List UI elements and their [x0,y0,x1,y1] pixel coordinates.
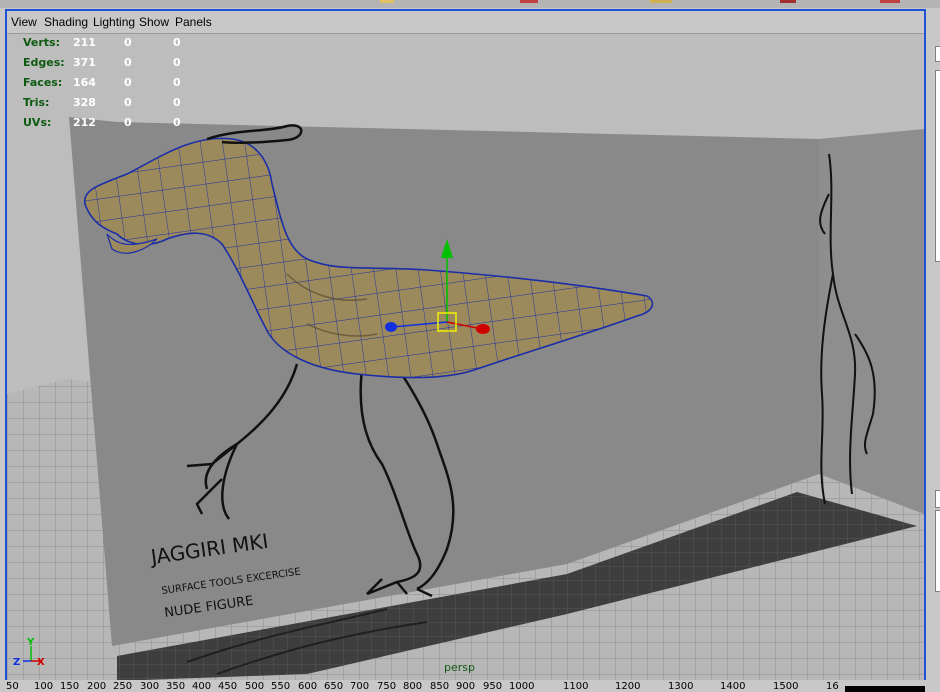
panel-fragment [935,46,940,62]
time-tick-label: 1000 [509,681,535,692]
viewport-panel[interactable]: View Shading Lighting Show Panels JAGGIR… [5,9,926,683]
time-tick-label: 16 [826,681,839,692]
time-tick-label: 750 [377,681,397,692]
menu-show[interactable]: Show [139,15,169,29]
hud-value: 211 [73,36,96,49]
time-tick-label: 900 [456,681,476,692]
svg-text:X: X [37,657,45,668]
time-tick-label: 1100 [563,681,589,692]
hud-value: 212 [73,116,96,129]
range-marker [845,686,925,692]
time-tick-label: 50 [6,681,19,692]
time-tick-label: 1200 [615,681,641,692]
time-tick-label: 200 [87,681,107,692]
time-tick-label: 600 [298,681,318,692]
right-side-panel [929,10,940,680]
menu-lighting[interactable]: Lighting [93,15,135,29]
time-tick-label: 450 [218,681,238,692]
hud-value: 0 [124,96,132,109]
panel-fragment [935,490,940,508]
hud-value: 0 [124,76,132,89]
hud-label: Edges: [23,56,65,69]
time-tick-label: 350 [166,681,186,692]
hud-value: 164 [73,76,96,89]
time-tick-label: 300 [140,681,160,692]
time-tick-label: 100 [34,681,54,692]
time-tick-label: 650 [324,681,344,692]
time-tick-label: 700 [350,681,370,692]
hud-label: Verts: [23,36,61,49]
svg-text:Y: Y [26,637,35,648]
time-tick-label: 550 [271,681,291,692]
svg-text:Z: Z [13,657,20,668]
time-tick-label: 1500 [773,681,799,692]
perspective-scene[interactable]: JAGGIRI MKI SURFACE TOOLS EXCERCISE NUDE… [7,34,924,681]
hud-label: Faces: [23,76,63,89]
hud-value: 0 [173,76,181,89]
hud-label: UVs: [23,116,52,129]
panel-fragment [935,510,940,592]
camera-name-label: persp [444,661,475,674]
menu-view[interactable]: View [11,15,37,29]
time-tick-label: 250 [113,681,133,692]
hud-label: Tris: [23,96,50,109]
hud-value: 371 [73,56,96,69]
panel-fragment [935,70,940,262]
front-reference-plane [819,129,924,514]
hud-value: 328 [73,96,96,109]
time-tick-label: 950 [483,681,503,692]
time-tick-label: 400 [192,681,212,692]
hud-value: 0 [173,116,181,129]
panel-menu-bar: View Shading Lighting Show Panels [7,11,924,34]
time-tick-label: 850 [430,681,450,692]
hud-value: 0 [173,96,181,109]
hud-value: 0 [124,116,132,129]
time-tick-label: 150 [60,681,80,692]
time-tick-label: 1300 [668,681,694,692]
menu-panels[interactable]: Panels [175,15,212,29]
hud-value: 0 [173,56,181,69]
top-toolbar-strip [0,0,940,8]
manipulator-z-handle[interactable] [385,322,397,332]
hud-value: 0 [124,36,132,49]
manipulator-x-handle[interactable] [476,324,490,334]
time-tick-label: 1400 [720,681,746,692]
hud-value: 0 [124,56,132,69]
time-tick-label: 800 [403,681,423,692]
menu-shading[interactable]: Shading [44,15,88,29]
time-ruler[interactable]: 50 100 150 200 250 300 350 400 450 500 550 600 650 70… [0,680,940,692]
time-tick-label: 500 [245,681,265,692]
hud-value: 0 [173,36,181,49]
